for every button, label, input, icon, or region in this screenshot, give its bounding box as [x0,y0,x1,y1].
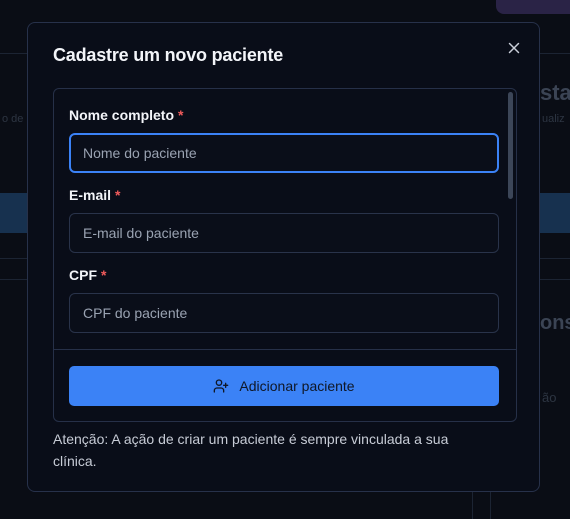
background-text-fragment: o de [2,113,24,125]
scrollbar-thumb[interactable] [508,92,513,199]
dialog-title: Cadastre um novo paciente [53,45,284,65]
full-name-field: Nome completo * [69,107,499,173]
cpf-label: CPF * [69,267,107,283]
scrollbar[interactable] [507,89,515,349]
full-name-input[interactable] [69,133,499,173]
form-scroll-area[interactable]: Nome completo* E-mail* CPF* [54,89,516,349]
attention-notice: Atenção: A ação de criar um paciente é s… [53,431,449,469]
cpf-field: CPF * [69,267,499,333]
form-divider [54,349,516,350]
required-marker: * [115,187,121,203]
background-heading-fragment: sta [540,80,570,105]
full-name-label: Nome completo * [69,107,184,123]
required-marker: * [101,267,107,283]
close-icon [508,42,520,54]
background-button [496,0,570,14]
background-divider [490,492,491,519]
email-input[interactable] [69,213,499,253]
user-plus-icon [214,379,229,393]
required-marker: * [178,107,184,123]
background-heading-fragment: ons [540,312,570,334]
new-patient-dialog: Cadastre um novo paciente Nome completo *… [27,22,540,492]
add-patient-label: Adicionar paciente [239,378,355,394]
email-label: E-mail * [69,187,121,203]
close-button[interactable] [503,37,525,59]
background-divider [472,492,473,519]
email-field: E-mail * [69,187,499,253]
cpf-input[interactable] [69,293,499,333]
add-patient-button[interactable]: Adicionar paciente [69,366,499,406]
patient-form: Nome completo* E-mail* CPF* [53,88,517,422]
background-text-fragment: ualiz [542,113,565,125]
background-text-fragment: ão [542,390,557,405]
